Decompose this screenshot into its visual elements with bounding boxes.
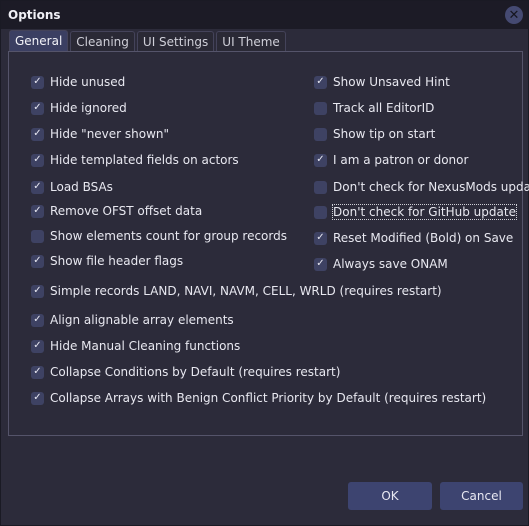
option-label: Hide templated fields on actors [50,153,239,167]
option-reset-modified-bold-on-save[interactable]: ✓ Reset Modified (Bold) on Save [314,229,513,247]
option-label: Reset Modified (Bold) on Save [333,231,514,245]
checkbox-unchecked[interactable] [314,101,327,115]
checkbox-checked[interactable]: ✓ [31,204,44,218]
checkbox-checked[interactable]: ✓ [31,284,44,298]
option-show-tip-on-start[interactable]: Show tip on start [314,125,435,143]
checkbox-checked[interactable]: ✓ [314,75,327,89]
option-label: Hide unused [50,75,126,89]
dialog-title: Options [8,8,61,22]
check-icon: ✓ [33,314,42,325]
option-hide-manual-cleaning-functions[interactable]: ✓ Hide Manual Cleaning functions [31,337,240,355]
option-label: Don't check for GitHub update [332,204,517,220]
tab-general[interactable]: General [9,30,69,52]
check-icon: ✓ [33,128,42,139]
check-icon: ✓ [33,366,42,377]
title-bar: Options ✕ [1,1,528,29]
checkbox-unchecked[interactable] [314,205,327,219]
option-track-all-editorid[interactable]: Track all EditorID [314,99,434,117]
checkbox-unchecked[interactable] [31,229,44,243]
checkbox-checked[interactable]: ✓ [31,75,44,89]
check-icon: ✓ [33,340,42,351]
option-label: Show tip on start [333,127,436,141]
option-show-unsaved-hint[interactable]: ✓ Show Unsaved Hint [314,73,450,91]
tab-ui-theme[interactable]: UI Theme [216,31,286,52]
checkbox-checked[interactable]: ✓ [31,313,44,327]
option-simple-records-land-navi-navm-cell-wrld-requires-restart[interactable]: ✓ Simple records LAND, NAVI, NAVM, CELL, … [31,282,442,300]
check-icon: ✓ [316,258,325,269]
checkbox-checked[interactable]: ✓ [31,391,44,405]
option-label: Hide ignored [50,101,127,115]
option-label: Load BSAs [50,180,113,194]
close-icon: ✕ [508,7,520,23]
option-hide-ignored[interactable]: ✓ Hide ignored [31,99,127,117]
check-icon: ✓ [316,232,325,243]
option-collapse-conditions-by-default-requires-restart[interactable]: ✓ Collapse Conditions by Default (require… [31,363,340,381]
checkbox-checked[interactable]: ✓ [31,153,44,167]
tab-bar: General Cleaning UI Settings UI Theme [9,30,288,52]
check-icon: ✓ [33,154,42,165]
option-label: Show elements count for group records [50,229,287,243]
check-icon: ✓ [33,255,42,266]
cancel-button[interactable]: Cancel [440,482,523,510]
option-label: Align alignable array elements [50,313,234,327]
check-icon: ✓ [33,205,42,216]
option-don-t-check-for-github-update[interactable]: Don't check for GitHub update [314,203,517,221]
option-remove-ofst-offset-data[interactable]: ✓ Remove OFST offset data [31,202,202,220]
check-icon: ✓ [316,76,325,87]
option-label: Don't check for NexusMods update [333,180,529,194]
checkbox-checked[interactable]: ✓ [31,365,44,379]
option-label: Collapse Conditions by Default (requires… [50,365,341,379]
checkbox-checked[interactable]: ✓ [314,257,327,271]
option-hide-templated-fields-on-actors[interactable]: ✓ Hide templated fields on actors [31,151,239,169]
option-label: Remove OFST offset data [50,204,203,218]
option-label: Show file header flags [50,254,184,268]
option-label: I am a patron or donor [333,153,469,167]
option-show-elements-count-for-group-records[interactable]: Show elements count for group records [31,227,287,245]
checkbox-unchecked[interactable] [314,180,327,194]
ok-button[interactable]: OK [348,482,432,510]
checkbox-checked[interactable]: ✓ [31,339,44,353]
close-button[interactable]: ✕ [505,6,523,24]
general-panel: ✓ Hide unused ✓ Hide ignored ✓ Hide "never sh… [8,51,529,436]
option-always-save-onam[interactable]: ✓ Always save ONAM [314,255,448,273]
option-show-file-header-flags[interactable]: ✓ Show file header flags [31,252,183,270]
check-icon: ✓ [33,102,42,113]
option-load-bsas[interactable]: ✓ Load BSAs [31,178,113,196]
check-icon: ✓ [33,181,42,192]
checkbox-checked[interactable]: ✓ [31,101,44,115]
checkbox-checked[interactable]: ✓ [31,127,44,141]
option-collapse-arrays-with-benign-conflict-priority-by-default-requires-restart[interactable]: ✓ Collapse Arrays with Benign Conflict Pr… [31,389,486,407]
option-label: Hide Manual Cleaning functions [50,339,241,353]
check-icon: ✓ [33,285,42,296]
option-label: Always save ONAM [333,257,448,271]
check-icon: ✓ [316,154,325,165]
option-hide-never-shown[interactable]: ✓ Hide "never shown" [31,125,169,143]
checkbox-checked[interactable]: ✓ [314,153,327,167]
checkbox-unchecked[interactable] [314,127,327,141]
checkbox-checked[interactable]: ✓ [314,231,327,245]
checkbox-checked[interactable]: ✓ [31,254,44,268]
check-icon: ✓ [33,392,42,403]
check-icon: ✓ [33,76,42,87]
option-label: Show Unsaved Hint [333,75,450,89]
tab-ui-settings[interactable]: UI Settings [136,31,215,52]
option-label: Hide "never shown" [50,127,170,141]
checkbox-checked[interactable]: ✓ [31,180,44,194]
option-hide-unused[interactable]: ✓ Hide unused [31,73,125,91]
option-align-alignable-array-elements[interactable]: ✓ Align alignable array elements [31,311,234,329]
options-dialog: Options ✕ General Cleaning UI Settings UI T… [0,0,529,526]
option-don-t-check-for-nexusmods-update[interactable]: Don't check for NexusMods update [314,178,529,196]
option-label: Track all EditorID [333,101,435,115]
option-label: Collapse Arrays with Benign Conflict Pri… [50,391,487,405]
option-label: Simple records LAND, NAVI, NAVM, CELL, W… [50,284,442,298]
tab-cleaning[interactable]: Cleaning [70,31,135,52]
option-i-am-a-patron-or-donor[interactable]: ✓ I am a patron or donor [314,151,468,169]
